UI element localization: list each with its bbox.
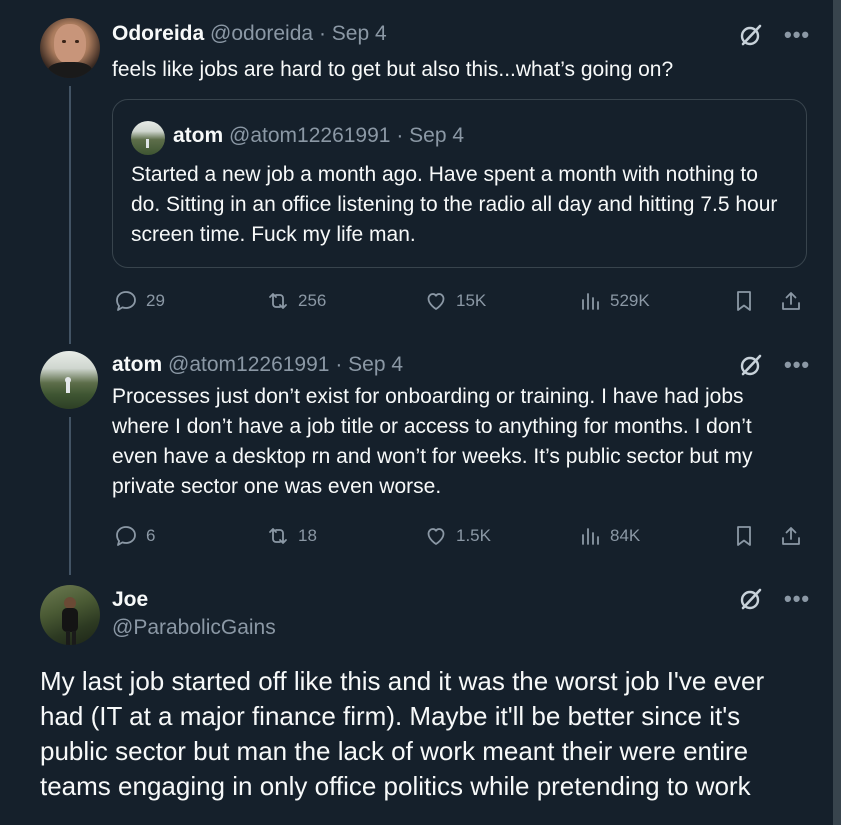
repost-icon: [269, 293, 287, 309]
avatar[interactable]: [40, 351, 98, 409]
reply-button[interactable]: 6: [114, 521, 155, 551]
view-count: 84K: [610, 526, 641, 545]
display-name[interactable]: Odoreida: [112, 22, 204, 45]
post-date[interactable]: · Sep 4: [319, 22, 387, 45]
quoted-header: atom @atom12261991 · Sep 4: [173, 124, 464, 148]
thread-connector-1: [69, 86, 71, 344]
post-header: atom @atom12261991 · Sep 4: [112, 353, 403, 377]
views-icon: [582, 293, 599, 310]
more-options-icon[interactable]: •••: [784, 24, 810, 46]
share-icon: [782, 292, 800, 310]
view-count: 529K: [610, 291, 650, 310]
user-handle[interactable]: @ParabolicGains: [112, 616, 276, 640]
more-options-icon[interactable]: •••: [784, 588, 810, 610]
avatar[interactable]: [40, 585, 100, 645]
repost-button[interactable]: 18: [266, 521, 317, 551]
quoted-display-name: atom: [173, 124, 224, 147]
views-button[interactable]: 529K: [578, 286, 650, 316]
post-date[interactable]: · Sep 4: [335, 353, 403, 376]
repost-button[interactable]: 256: [266, 286, 326, 316]
share-button[interactable]: [779, 521, 803, 551]
repost-count: 18: [298, 526, 317, 545]
post-text: Processes just don’t exist for onboardin…: [112, 385, 753, 498]
post-actions: 6 18 1.5K 84K: [112, 521, 808, 551]
user-handle[interactable]: @odoreida: [210, 22, 313, 45]
share-icon: [782, 527, 800, 545]
like-count: 1.5K: [456, 526, 491, 545]
bookmark-button[interactable]: [732, 521, 756, 551]
post-text: feels like jobs are hard to get but also…: [112, 58, 674, 81]
reply-button[interactable]: 29: [114, 286, 165, 316]
bookmark-button[interactable]: [732, 286, 756, 316]
repost-count: 256: [298, 291, 327, 310]
post-corner-actions: •••: [738, 22, 810, 48]
quoted-text: Started a new job a month ago. Have spen…: [131, 163, 778, 246]
post-corner-actions: •••: [738, 352, 810, 378]
views-button[interactable]: 84K: [578, 521, 640, 551]
heart-icon: [427, 528, 445, 545]
display-name[interactable]: atom: [112, 353, 162, 376]
like-count: 15K: [456, 291, 487, 310]
post-actions: 29 256 15K 529K: [112, 286, 808, 316]
thread-view: Odoreida @odoreida · Sep 4 ••• feels lik…: [0, 0, 841, 825]
avatar[interactable]: [40, 18, 100, 78]
quoted-handle: @atom12261991: [229, 124, 391, 147]
views-icon: [582, 528, 599, 545]
post-header: Joe: [112, 588, 148, 612]
post-header: Odoreida @odoreida · Sep 4: [112, 22, 387, 46]
display-name[interactable]: Joe: [112, 588, 148, 611]
post-text: My last job started off like this and it…: [40, 666, 765, 801]
grok-icon[interactable]: [738, 352, 764, 378]
scrollbar-track[interactable]: [833, 0, 841, 825]
reply-count: 6: [146, 526, 156, 545]
grok-icon[interactable]: [738, 586, 764, 612]
user-handle[interactable]: @atom12261991: [168, 353, 329, 376]
reply-count: 29: [146, 291, 165, 310]
post-corner-actions: •••: [738, 586, 810, 612]
share-button[interactable]: [779, 286, 803, 316]
reply-icon: [116, 526, 136, 546]
like-button[interactable]: 1.5K: [424, 521, 491, 551]
repost-icon: [269, 528, 287, 544]
more-options-icon[interactable]: •••: [784, 354, 810, 376]
quoted-avatar: [131, 121, 165, 155]
quoted-date: · Sep 4: [396, 124, 465, 147]
bookmark-icon: [737, 291, 751, 311]
thread-connector-2: [69, 417, 71, 575]
grok-icon[interactable]: [738, 22, 764, 48]
heart-icon: [427, 293, 445, 310]
reply-icon: [116, 291, 136, 311]
bookmark-icon: [737, 526, 751, 546]
like-button[interactable]: 15K: [424, 286, 486, 316]
